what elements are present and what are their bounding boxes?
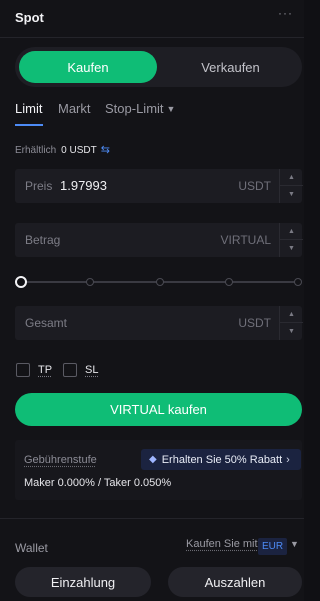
promo-text: Erhalten Sie 50% Rabatt (161, 453, 283, 466)
total-stepper: ▲ ▼ (279, 306, 303, 340)
slider-step-100[interactable] (294, 278, 302, 286)
slider-step-75[interactable] (225, 278, 233, 286)
slider-step-50[interactable] (156, 278, 164, 286)
chevron-right-icon: › (286, 453, 290, 466)
step-up-icon[interactable]: ▲ (280, 306, 303, 323)
panel-title: Spot (15, 10, 44, 25)
discount-promo-button[interactable]: ◆ Erhalten Sie 50% Rabatt › (141, 449, 301, 470)
tp-checkbox[interactable] (16, 363, 30, 377)
deposit-button[interactable]: Einzahlung (15, 567, 151, 597)
buy-sell-toggle: Kaufen Verkaufen (15, 47, 302, 87)
chevron-down-icon[interactable]: ▼ (290, 539, 299, 549)
amount-stepper: ▲ ▼ (279, 223, 303, 257)
swap-icon[interactable]: ⇆ (101, 144, 110, 156)
slider-step-25[interactable] (86, 278, 94, 286)
tab-stop-limit-label: Stop-Limit (105, 101, 164, 116)
total-field[interactable]: Gesamt USDT ▲ ▼ (15, 306, 303, 340)
price-field[interactable]: Preis 1.97993 USDT ▲ ▼ (15, 169, 303, 203)
available-value: 0 USDT (61, 145, 97, 156)
price-input[interactable]: 1.97993 (60, 178, 107, 193)
currency-selector[interactable]: EUR (258, 538, 287, 555)
spot-trade-panel: Spot ··· Kaufen Verkaufen Limit Markt St… (0, 0, 304, 601)
buy-tab-button[interactable]: Kaufen (19, 51, 157, 83)
sl-checkbox[interactable] (63, 363, 77, 377)
caret-down-icon: ▼ (166, 104, 176, 114)
price-stepper: ▲ ▼ (279, 169, 303, 203)
sl-option[interactable]: SL (63, 362, 98, 378)
tab-stop-limit[interactable]: Stop-Limit ▼ (105, 101, 175, 116)
sl-label: SL (85, 364, 99, 376)
ellipsis-icon[interactable]: ··· (278, 7, 294, 24)
fee-info-box: Gebührenstufe ◆ Erhalten Sie 50% Rabatt … (15, 440, 302, 500)
step-down-icon[interactable]: ▼ (280, 323, 303, 340)
step-down-icon[interactable]: ▼ (280, 240, 303, 257)
sell-tab-button[interactable]: Verkaufen (163, 51, 298, 83)
amount-field[interactable]: Betrag VIRTUAL ▲ ▼ (15, 223, 303, 257)
step-up-icon[interactable]: ▲ (280, 169, 303, 186)
panel-header: Spot ··· (0, 0, 304, 38)
price-unit: USDT (238, 179, 271, 193)
step-down-icon[interactable]: ▼ (280, 186, 303, 203)
available-balance: Erhältlich 0 USDT ⇆ (15, 143, 110, 156)
section-divider (0, 518, 304, 519)
buy-with-link[interactable]: Kaufen Sie mit (186, 538, 258, 550)
price-label: Preis (25, 179, 53, 193)
withdraw-button[interactable]: Auszahlen (168, 567, 302, 597)
diamond-icon: ◆ (149, 454, 157, 465)
amount-unit: VIRTUAL (220, 233, 271, 247)
tp-option[interactable]: TP (16, 362, 52, 378)
slider-handle[interactable] (15, 276, 27, 288)
fee-tier-link[interactable]: Gebührenstufe (24, 454, 97, 466)
tab-limit[interactable]: Limit (15, 101, 42, 116)
step-up-icon[interactable]: ▲ (280, 223, 303, 240)
fee-rates: Maker 0.000% / Taker 0.050% (24, 477, 172, 489)
amount-slider[interactable] (15, 276, 302, 288)
total-unit: USDT (238, 316, 271, 330)
available-label: Erhältlich (15, 145, 57, 156)
active-tab-indicator (15, 124, 43, 126)
tp-label: TP (38, 364, 53, 376)
total-label: Gesamt (25, 316, 68, 330)
wallet-label: Wallet (15, 541, 48, 555)
tab-market[interactable]: Markt (58, 101, 91, 116)
amount-label: Betrag (25, 233, 61, 247)
submit-buy-button[interactable]: VIRTUAL kaufen (15, 393, 302, 426)
